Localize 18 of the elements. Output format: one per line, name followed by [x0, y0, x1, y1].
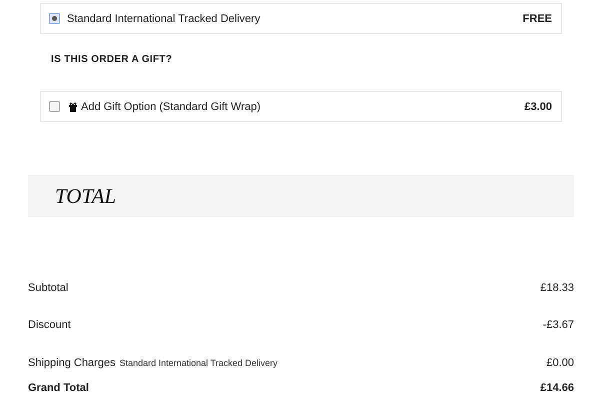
checkbox[interactable] — [49, 101, 60, 112]
total-row-amount: £18.33 — [540, 282, 574, 294]
total-row-amount: £0.00 — [546, 356, 574, 369]
total-row-amount: £14.66 — [540, 382, 574, 394]
total-row-label: Discount — [28, 319, 71, 332]
gift-option-label: Add Gift Option (Standard Gift Wrap) — [81, 100, 262, 112]
gift-icon — [68, 102, 78, 112]
delivery-price: FREE — [522, 12, 552, 24]
total-row-label: Grand Total — [28, 382, 89, 394]
total-row-label: Subtotal — [28, 282, 68, 294]
delivery-label: Standard International Tracked Delivery — [67, 12, 262, 24]
total-row-label: Shipping Charges — [28, 356, 116, 369]
radio-button[interactable] — [49, 13, 60, 24]
gift-option-price: £3.00 — [524, 100, 552, 112]
total-heading: TOTAL — [55, 184, 116, 208]
gift-heading: IS THIS ORDER A GIFT? — [50, 53, 174, 67]
total-row-amount: -£3.67 — [542, 319, 574, 332]
shipping-method-note: Standard International Tracked Delivery — [119, 358, 278, 368]
